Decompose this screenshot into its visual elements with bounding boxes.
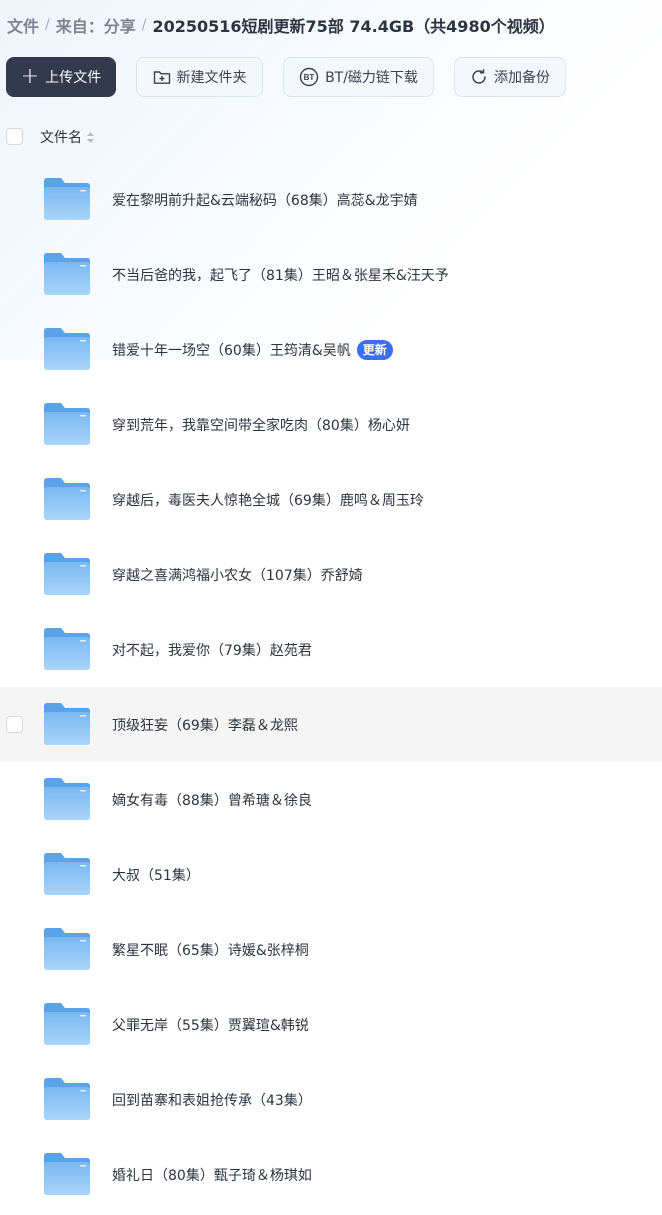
svg-text:BT: BT: [304, 73, 315, 82]
folder-icon: [44, 328, 90, 370]
file-name[interactable]: 对不起，我爱你（79集）赵苑君: [112, 640, 312, 660]
file-name-text: 穿到荒年，我靠空间带全家吃肉（80集）杨心妍: [112, 418, 410, 434]
refresh-icon: [470, 68, 488, 86]
breadcrumb-item-shared[interactable]: 来自：分享: [56, 13, 136, 37]
file-name[interactable]: 繁星不眠（65集）诗媛&张梓桐: [112, 940, 309, 960]
file-name-text: 繁星不眠（65集）诗媛&张梓桐: [112, 943, 309, 959]
add-backup-button-label: 添加备份: [494, 70, 550, 86]
file-row[interactable]: 大叔（51集）: [0, 837, 662, 912]
toolbar: + 上传文件 新建文件夹 BT BT/磁力链下载 添加备份: [6, 57, 662, 97]
folder-icon: [44, 928, 90, 970]
folder-icon: [44, 703, 90, 745]
folder-icon: [44, 853, 90, 895]
bt-download-button[interactable]: BT BT/磁力链下载: [283, 57, 434, 97]
file-name-text: 父罪无岸（55集）贾翼瑄&韩锐: [112, 1018, 309, 1034]
bt-icon: BT: [299, 67, 319, 87]
file-row[interactable]: 穿越之喜满鸿福小农女（107集）乔舒婍: [0, 537, 662, 612]
list-header: 文件名: [0, 122, 662, 152]
file-row[interactable]: 穿到荒年，我靠空间带全家吃肉（80集）杨心妍: [0, 387, 662, 462]
file-row[interactable]: 父罪无岸（55集）贾翼瑄&韩锐: [0, 987, 662, 1062]
file-row[interactable]: 婚礼日（80集）甄子琦＆杨琪如: [0, 1137, 662, 1212]
file-name[interactable]: 穿到荒年，我靠空间带全家吃肉（80集）杨心妍: [112, 415, 410, 435]
column-header-name[interactable]: 文件名: [40, 127, 95, 147]
folder-plus-icon: [153, 69, 171, 85]
breadcrumb-separator: /: [45, 17, 50, 33]
update-badge: 更新: [356, 340, 393, 360]
file-name-text: 错爱十年一场空（60集）王筠清&吴帆: [112, 343, 351, 359]
folder-icon: [44, 403, 90, 445]
new-folder-button-label: 新建文件夹: [176, 70, 247, 86]
add-backup-button[interactable]: 添加备份: [454, 57, 566, 97]
file-name-text: 婚礼日（80集）甄子琦＆杨琪如: [112, 1168, 312, 1184]
file-name-text: 回到苗寨和表姐抢传承（43集）: [112, 1093, 312, 1109]
file-name[interactable]: 不当后爸的我，起飞了（81集）王昭＆张星禾&汪天予: [112, 265, 449, 285]
breadcrumb: 文件 / 来自：分享 / 20250516短剧更新75部 74.4GB（共498…: [7, 12, 555, 38]
file-name-text: 穿越后，毒医夫人惊艳全城（69集）鹿鸣＆周玉玲: [112, 493, 424, 509]
folder-icon: [44, 478, 90, 520]
file-name-text: 大叔（51集）: [112, 868, 200, 884]
folder-icon: [44, 1153, 90, 1195]
file-name-text: 嫡女有毒（88集）曾希瑭＆徐良: [112, 793, 312, 809]
file-name[interactable]: 嫡女有毒（88集）曾希瑭＆徐良: [112, 790, 312, 810]
file-name-text: 不当后爸的我，起飞了（81集）王昭＆张星禾&汪天予: [112, 268, 449, 284]
new-folder-button[interactable]: 新建文件夹: [136, 57, 263, 97]
file-name[interactable]: 穿越之喜满鸿福小农女（107集）乔舒婍: [112, 565, 363, 585]
file-name[interactable]: 父罪无岸（55集）贾翼瑄&韩锐: [112, 1015, 309, 1035]
folder-icon: [44, 1078, 90, 1120]
file-name[interactable]: 爱在黎明前升起&云端秘码（68集）高蕊&龙宇婧: [112, 190, 418, 210]
file-row[interactable]: 对不起，我爱你（79集）赵苑君: [0, 612, 662, 687]
file-name-text: 对不起，我爱你（79集）赵苑君: [112, 643, 312, 659]
file-row[interactable]: 顶级狂妄（69集）李磊＆龙熙: [0, 687, 662, 762]
breadcrumb-current-folder: 20250516短剧更新75部 74.4GB（共4980个视频）: [152, 17, 555, 36]
file-row[interactable]: 穿越后，毒医夫人惊艳全城（69集）鹿鸣＆周玉玲: [0, 462, 662, 537]
file-row[interactable]: 繁星不眠（65集）诗媛&张梓桐: [0, 912, 662, 987]
folder-icon: [44, 1003, 90, 1045]
sort-icon[interactable]: [86, 131, 95, 144]
file-row[interactable]: 爱在黎明前升起&云端秘码（68集）高蕊&龙宇婧: [0, 162, 662, 237]
upload-button[interactable]: + 上传文件: [6, 57, 116, 97]
file-name[interactable]: 回到苗寨和表姐抢传承（43集）: [112, 1090, 312, 1110]
folder-icon: [44, 628, 90, 670]
file-row[interactable]: 错爱十年一场空（60集）王筠清&吴帆 更新: [0, 312, 662, 387]
file-name[interactable]: 顶级狂妄（69集）李磊＆龙熙: [112, 715, 298, 735]
file-name-text: 穿越之喜满鸿福小农女（107集）乔舒婍: [112, 568, 363, 584]
file-name[interactable]: 婚礼日（80集）甄子琦＆杨琪如: [112, 1165, 312, 1185]
row-checkbox[interactable]: [6, 716, 23, 733]
file-name[interactable]: 错爱十年一场空（60集）王筠清&吴帆 更新: [112, 340, 393, 360]
folder-icon: [44, 778, 90, 820]
plus-icon: +: [20, 64, 40, 89]
select-all-checkbox[interactable]: [6, 128, 23, 145]
folder-icon: [44, 178, 90, 220]
bt-download-button-label: BT/磁力链下载: [325, 70, 418, 86]
file-name-text: 顶级狂妄（69集）李磊＆龙熙: [112, 718, 298, 734]
file-name[interactable]: 大叔（51集）: [112, 865, 200, 885]
column-header-name-label: 文件名: [40, 130, 82, 146]
breadcrumb-item-files[interactable]: 文件: [7, 13, 39, 37]
folder-icon: [44, 253, 90, 295]
upload-button-label: 上传文件: [45, 70, 102, 86]
file-row[interactable]: 不当后爸的我，起飞了（81集）王昭＆张星禾&汪天予: [0, 237, 662, 312]
file-name[interactable]: 穿越后，毒医夫人惊艳全城（69集）鹿鸣＆周玉玲: [112, 490, 424, 510]
file-list: 爱在黎明前升起&云端秘码（68集）高蕊&龙宇婧 不当后爸的我，起飞了（81集）王…: [0, 162, 662, 1212]
file-row[interactable]: 嫡女有毒（88集）曾希瑭＆徐良: [0, 762, 662, 837]
folder-icon: [44, 553, 90, 595]
file-row[interactable]: 回到苗寨和表姐抢传承（43集）: [0, 1062, 662, 1137]
file-name-text: 爱在黎明前升起&云端秘码（68集）高蕊&龙宇婧: [112, 193, 418, 209]
breadcrumb-separator: /: [141, 17, 147, 33]
